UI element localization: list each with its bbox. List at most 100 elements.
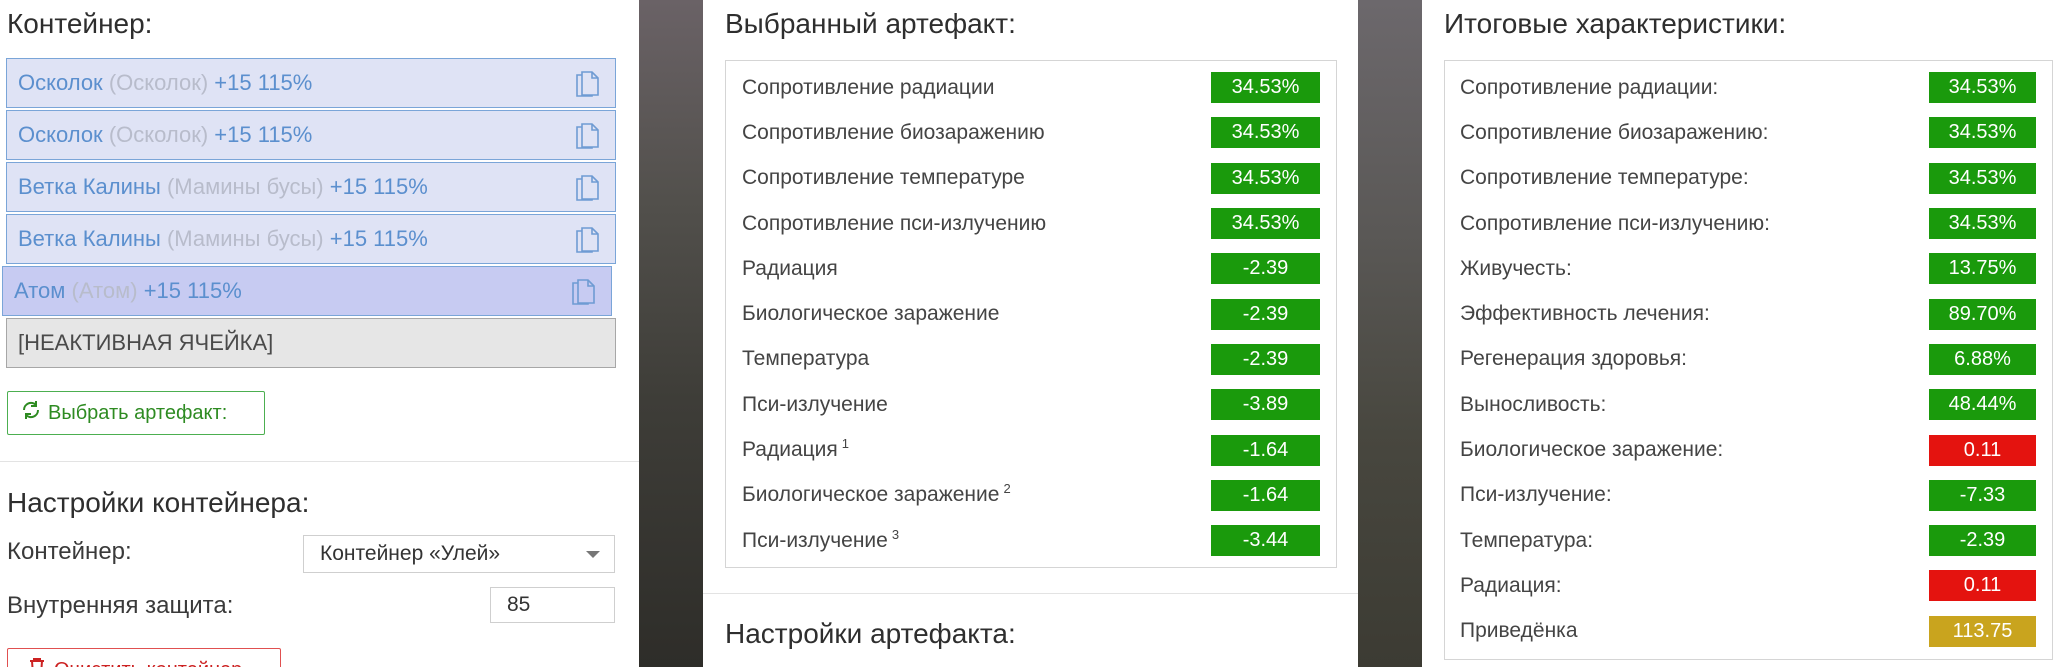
container-type-value: Контейнер «Улей» xyxy=(320,542,501,565)
totals-title: Итоговые характеристики: xyxy=(1444,8,1787,39)
stat-label-text: Радиация: xyxy=(1460,573,1562,597)
stat-label-text: Пси-излучение xyxy=(742,528,888,552)
slot-label: Осколок (Осколок) +15 115% xyxy=(18,122,312,148)
stat-label-text: Сопротивление температуре xyxy=(742,166,1025,190)
copy-icon[interactable] xyxy=(573,171,601,203)
stat-label: Пси-излучение 3 xyxy=(742,526,900,553)
stat-label-text: Биологическое заражение xyxy=(742,483,1000,507)
stat-label: Сопротивление биозаражению xyxy=(742,121,1045,145)
stat-footnote-marker: 3 xyxy=(891,526,900,542)
slot-alt-name: (Осколок) xyxy=(108,70,209,95)
stat-label: Сопротивление радиации: xyxy=(1460,76,1718,100)
copy-icon[interactable] xyxy=(573,119,601,151)
chevron-down-icon xyxy=(586,551,600,558)
slot-label: Осколок (Осколок) +15 115% xyxy=(18,70,312,96)
stat-footnote-marker: 1 xyxy=(841,436,850,452)
stat-label: Температура xyxy=(742,347,869,371)
copy-icon[interactable] xyxy=(573,67,601,99)
slot-label: Атом (Атом) +15 115% xyxy=(14,278,242,304)
stat-label: Сопротивление температуре xyxy=(742,166,1025,190)
container-slot[interactable]: Ветка Калины (Мамины бусы) +15 115% xyxy=(6,214,616,264)
stat-row: Сопротивление пси-излучению: 34.53% xyxy=(1445,201,2052,246)
clear-container-button[interactable]: Очистить контейнер xyxy=(7,648,281,667)
stat-label-text: Сопротивление биозаражению xyxy=(742,120,1045,144)
slot-name: Ветка Калины xyxy=(18,174,161,199)
stat-value-badge: 34.53% xyxy=(1929,72,2036,104)
stat-row: Сопротивление температуре 34.53% xyxy=(726,156,1336,201)
slot-name: Атом xyxy=(14,278,66,303)
stat-row: Живучесть: 13.75% xyxy=(1445,246,2052,291)
stat-label-text: Радиация xyxy=(742,438,838,462)
stat-value-badge: 34.53% xyxy=(1211,117,1320,149)
stat-row: Радиация 1 -1.64 xyxy=(726,427,1336,472)
stat-row: Пси-излучение: -7.33 xyxy=(1445,473,2052,518)
stat-label-text: Живучесть: xyxy=(1460,256,1572,280)
stat-label: Радиация 1 xyxy=(742,436,850,462)
container-slot[interactable]: Осколок (Осколок) +15 115% xyxy=(6,110,616,160)
internal-protection-value: 85 xyxy=(507,593,531,616)
selected-artifact-stats: Сопротивление радиации 34.53% Сопротивлени… xyxy=(725,60,1337,568)
container-title: Контейнер: xyxy=(7,8,153,39)
slot-alt-name: (Атом) xyxy=(71,278,138,303)
stat-row: Приведёнка 113.75 xyxy=(1445,609,2052,654)
stat-value-badge: -2.39 xyxy=(1211,253,1320,285)
stat-value-badge: -1.64 xyxy=(1211,479,1320,511)
slot-bonus: +15 115% xyxy=(214,70,313,95)
slot-bonus: +15 115% xyxy=(214,122,313,147)
artifact-settings-title: Настройки артефакта: xyxy=(725,618,1016,649)
stat-value-badge: -3.44 xyxy=(1211,525,1320,557)
stat-value-badge: 34.53% xyxy=(1929,208,2036,240)
stat-label: Сопротивление биозаражению: xyxy=(1460,121,1768,145)
stat-row: Эффективность лечения: 89.70% xyxy=(1445,291,2052,336)
stat-value-badge: -3.89 xyxy=(1211,389,1320,421)
slot-name: Ветка Калины xyxy=(18,226,161,251)
stat-label: Выносливость: xyxy=(1460,393,1606,417)
stat-row: Радиация: 0.11 xyxy=(1445,563,2052,608)
stat-row: Пси-излучение -3.89 xyxy=(726,382,1336,427)
container-slot[interactable]: Осколок (Осколок) +15 115% xyxy=(6,58,616,108)
stat-label: Эффективность лечения: xyxy=(1460,302,1710,326)
stat-value-badge: 34.53% xyxy=(1211,72,1320,104)
choose-artifact-button[interactable]: Выбрать артефакт: xyxy=(7,391,265,435)
stat-row: Выносливость: 48.44% xyxy=(1445,382,2052,427)
totals-stats: Сопротивление радиации: 34.53% Сопротивлен… xyxy=(1444,60,2053,660)
stat-row: Сопротивление биозаражению 34.53% xyxy=(726,110,1336,155)
copy-icon[interactable] xyxy=(569,275,597,307)
stat-label: Пси-излучение: xyxy=(1460,483,1612,507)
slot-label: Ветка Калины (Мамины бусы) +15 115% xyxy=(18,226,428,252)
container-type-label: Контейнер: xyxy=(7,538,132,565)
stat-row: Радиация -2.39 xyxy=(726,246,1336,291)
stat-label: Сопротивление пси-излучению xyxy=(742,212,1046,236)
container-slot[interactable]: Ветка Калины (Мамины бусы) +15 115% xyxy=(6,162,616,212)
stat-row: Сопротивление температуре: 34.53% xyxy=(1445,156,2052,201)
stat-value-badge: 34.53% xyxy=(1929,162,2036,194)
stat-label-text: Биологическое заражение xyxy=(742,302,1000,326)
container-type-select[interactable]: Контейнер «Улей» xyxy=(303,535,615,573)
stat-label: Биологическое заражение: xyxy=(1460,438,1723,462)
inactive-slot-label: [НЕАКТИВНАЯ ЯЧЕЙКА] xyxy=(18,330,274,355)
stat-label-text: Приведёнка xyxy=(1460,619,1578,643)
copy-icon[interactable] xyxy=(573,223,601,255)
stat-label-text: Биологическое заражение: xyxy=(1460,438,1724,462)
stat-value-badge: -7.33 xyxy=(1929,479,2036,511)
internal-protection-input[interactable]: 85 xyxy=(490,587,615,623)
stat-label-text: Сопротивление радиации: xyxy=(1460,75,1719,99)
stat-value-badge: -1.64 xyxy=(1211,434,1320,466)
slot-label: Ветка Калины (Мамины бусы) +15 115% xyxy=(18,174,428,200)
slot-name: Осколок xyxy=(18,122,103,147)
stat-label-text: Сопротивление биозаражению: xyxy=(1460,120,1769,144)
stat-value-badge: 48.44% xyxy=(1929,389,2036,421)
stat-value-badge: 34.53% xyxy=(1211,208,1320,240)
container-slot-active[interactable]: Атом (Атом) +15 115% xyxy=(2,266,612,316)
background-strip xyxy=(639,0,703,667)
container-panel: Контейнер: Осколок (Осколок) +15 115% Ос… xyxy=(0,0,639,667)
stat-row: Сопротивление биозаражению: 34.53% xyxy=(1445,110,2052,155)
stat-label-text: Выносливость: xyxy=(1460,392,1607,416)
stat-value-badge: -2.39 xyxy=(1929,525,2036,557)
stat-label: Живучесть: xyxy=(1460,257,1572,281)
stat-value-badge: 89.70% xyxy=(1929,298,2036,330)
refresh-icon xyxy=(20,399,42,427)
stat-row: Регенерация здоровья: 6.88% xyxy=(1445,337,2052,382)
stat-row: Биологическое заражение: 0.11 xyxy=(1445,427,2052,472)
stat-value-badge: 6.88% xyxy=(1929,343,2036,375)
